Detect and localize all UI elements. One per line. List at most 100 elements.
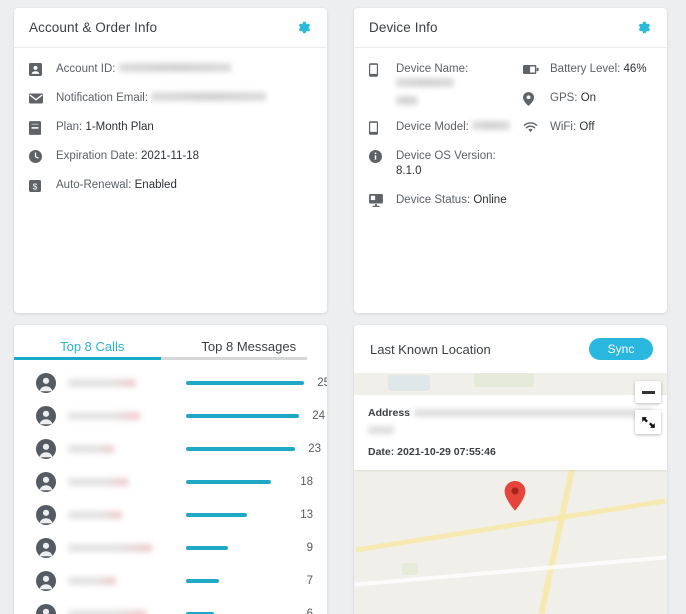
- account-order-info-card: Account & Order Info Account ID: Notific…: [14, 8, 327, 313]
- avatar: [36, 570, 56, 591]
- last-known-location-card: Last Known Location Sync Address Date: 2…: [354, 325, 667, 614]
- count-bar-fill: [186, 545, 228, 550]
- device-name-value-redacted-2: [396, 96, 418, 105]
- auto-renewal-row: $ Auto-Renewal: Enabled: [29, 178, 312, 193]
- device-model-row: Device Model:: [369, 120, 521, 135]
- address-value-redacted: [414, 409, 653, 417]
- count-value: 18: [300, 475, 313, 488]
- fullscreen-button[interactable]: [635, 410, 661, 434]
- map-card-header: Last Known Location Sync: [354, 325, 667, 373]
- address-line: Address: [368, 407, 653, 419]
- list-item[interactable]: 24: [14, 399, 327, 432]
- device-card-body: Device Name: Device Model: Device OS Ver…: [354, 48, 667, 313]
- contact-name: [68, 378, 186, 387]
- battery-icon: [523, 62, 541, 77]
- minus-icon: [641, 390, 655, 394]
- location-info-popup: Address Date: 2021-10-29 07:55:46: [354, 395, 667, 470]
- count-bar-fill: [186, 380, 304, 385]
- device-name-value-redacted: [396, 78, 454, 88]
- list-item[interactable]: 6: [14, 597, 327, 614]
- contact-name-redacted: [68, 444, 114, 453]
- contact-name: [68, 477, 186, 486]
- contact-name: [68, 411, 186, 420]
- avatar: [36, 603, 56, 614]
- list-item[interactable]: 18: [14, 465, 327, 498]
- info-icon: [369, 149, 387, 164]
- device-card-header: Device Info: [354, 8, 667, 48]
- contact-name: [68, 609, 186, 614]
- gps-row: GPS: On: [523, 91, 652, 106]
- contact-name-redacted: [68, 576, 116, 585]
- wifi-row: WiFi: Off: [523, 120, 652, 135]
- dashboard-page: Account & Order Info Account ID: Notific…: [0, 0, 686, 614]
- battery-level-label: Battery Level:: [550, 63, 621, 75]
- expiration-date-label: Expiration Date:: [56, 150, 138, 162]
- contact-name-redacted: [68, 609, 146, 614]
- list-item[interactable]: 7: [14, 564, 327, 597]
- count-bar-fill: [186, 413, 299, 418]
- count-bar: [186, 578, 287, 583]
- wifi-icon: [523, 120, 541, 135]
- tab-underline: [14, 357, 327, 361]
- svg-text:$: $: [33, 181, 38, 191]
- contact-name: [68, 510, 186, 519]
- device-os-version-value: 8.1.0: [396, 165, 422, 177]
- gear-icon[interactable]: [295, 19, 312, 36]
- device-os-version-row: Device OS Version: 8.1.0: [369, 149, 521, 179]
- tab-bar: Top 8 Calls Top 8 Messages: [14, 325, 327, 357]
- account-card-body: Account ID: Notification Email: Plan: 1-…: [14, 48, 327, 313]
- map-card-title: Last Known Location: [370, 341, 491, 357]
- list-item[interactable]: 25: [14, 366, 327, 399]
- envelope-icon: [29, 91, 47, 106]
- list-item[interactable]: 13: [14, 498, 327, 531]
- count-bar-fill: [186, 479, 271, 484]
- tab-top-8-calls[interactable]: Top 8 Calls: [14, 325, 171, 357]
- count-bar: [186, 446, 295, 451]
- plan-row: Plan: 1-Month Plan: [29, 120, 312, 135]
- count-value: 9: [306, 541, 313, 554]
- count-bar: [186, 413, 299, 418]
- zoom-out-button[interactable]: [635, 381, 661, 403]
- avatar: [36, 471, 56, 492]
- contact-name: [68, 576, 186, 585]
- expiration-date-row: Expiration Date: 2021-11-18: [29, 149, 312, 164]
- address-value-redacted-2: [368, 426, 394, 434]
- battery-level-row: Battery Level: 46%: [523, 62, 652, 77]
- account-id-row: Account ID:: [29, 62, 312, 77]
- tab-top-8-messages[interactable]: Top 8 Messages: [171, 325, 328, 357]
- map-block: [402, 563, 418, 575]
- map-water-patch: [388, 375, 430, 391]
- map-canvas[interactable]: Address Date: 2021-10-29 07:55:46: [354, 373, 667, 614]
- dollar-icon: $: [29, 178, 47, 193]
- plan-value: 1-Month Plan: [85, 121, 154, 133]
- device-status-label: Device Status:: [396, 194, 471, 206]
- user-badge-icon: [29, 62, 47, 77]
- device-os-version-label: Device OS Version:: [396, 150, 496, 162]
- account-card-title: Account & Order Info: [29, 20, 158, 35]
- card-grid: Account & Order Info Account ID: Notific…: [14, 8, 672, 614]
- contact-name: [68, 543, 186, 552]
- map-pin-marker[interactable]: [504, 481, 526, 511]
- monitor-icon: [369, 193, 387, 208]
- plan-document-icon: [29, 120, 47, 135]
- wifi-label: WiFi:: [550, 121, 577, 133]
- device-card-title: Device Info: [369, 20, 438, 35]
- count-bar: [186, 545, 287, 550]
- list-item[interactable]: 23: [14, 432, 327, 465]
- address-label: Address: [368, 407, 411, 419]
- count-bar: [186, 380, 304, 385]
- wifi-value: Off: [579, 121, 595, 133]
- device-columns: Device Name: Device Model: Device OS Ver…: [369, 62, 652, 222]
- list-item[interactable]: 9: [14, 531, 327, 564]
- contact-name-redacted: [68, 477, 128, 486]
- count-bar: [186, 479, 287, 484]
- notification-email-row: Notification Email:: [29, 91, 312, 106]
- expiration-date-value: 2021-11-18: [141, 150, 200, 162]
- sync-button[interactable]: Sync: [589, 338, 653, 360]
- avatar: [36, 372, 56, 393]
- contact-name-redacted: [68, 411, 140, 420]
- map-road: [538, 466, 576, 614]
- contact-name: [68, 444, 186, 453]
- gear-icon[interactable]: [635, 19, 652, 36]
- device-model-value-redacted: [472, 121, 511, 131]
